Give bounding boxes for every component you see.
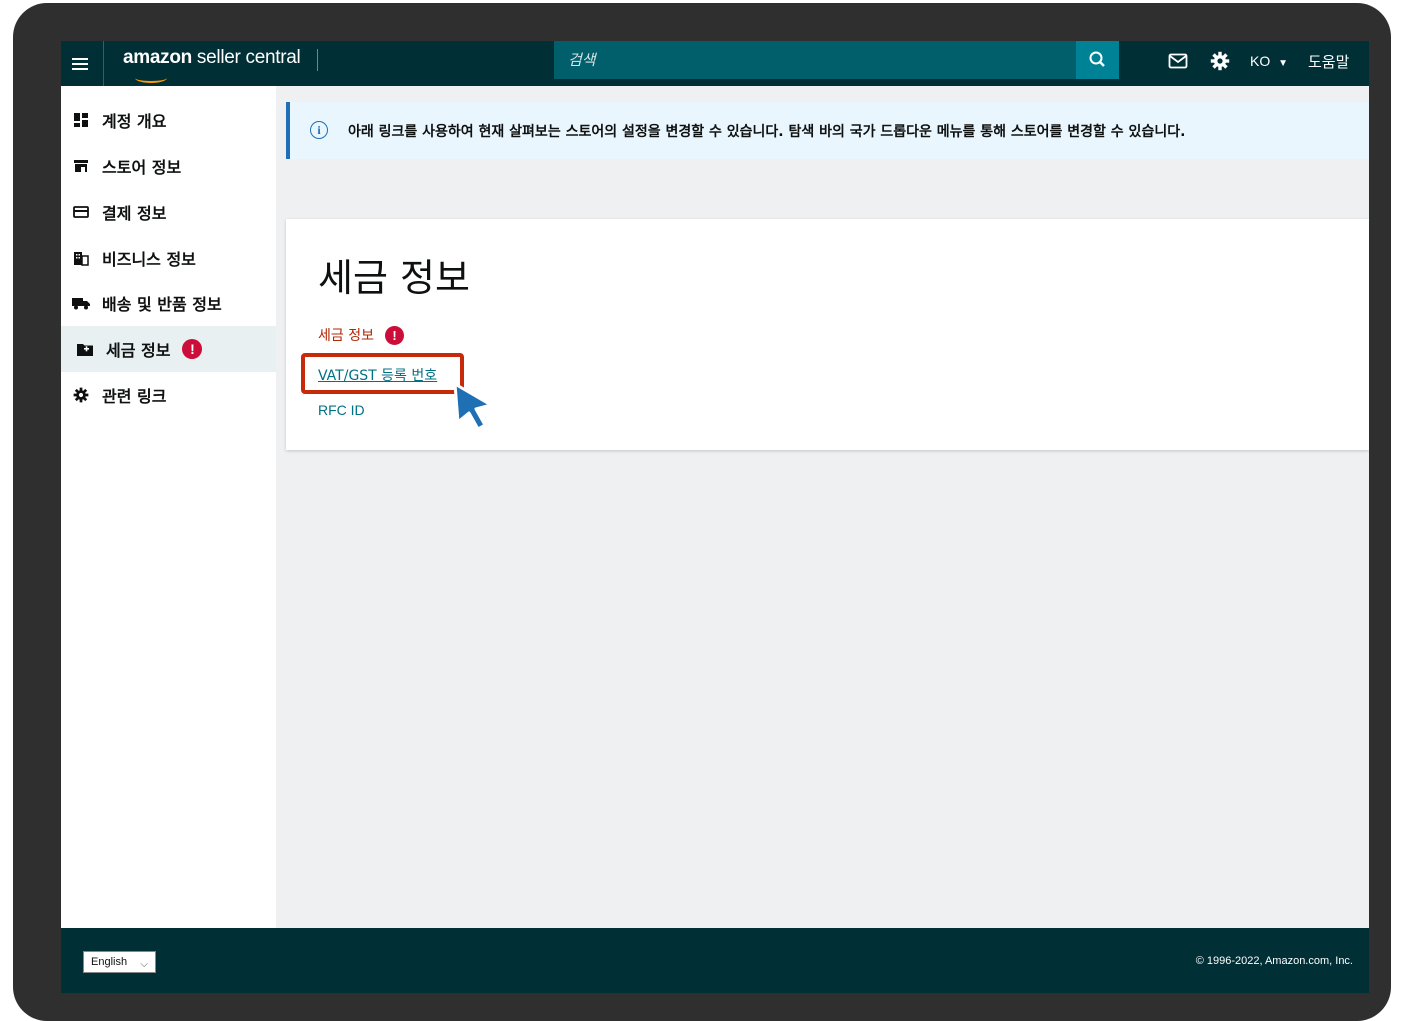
sidebar-item-tax-info[interactable]: 세금 정보 ! bbox=[61, 326, 276, 372]
mouse-pointer-icon bbox=[451, 381, 499, 437]
hamburger-menu-icon[interactable] bbox=[69, 52, 93, 76]
highlight-annotation-box bbox=[301, 353, 464, 394]
sidebar-item-store-info[interactable]: 스토어 정보 bbox=[61, 143, 276, 189]
sidebar-item-shipping-returns[interactable]: 배송 및 반품 정보 bbox=[61, 280, 276, 326]
gear-icon bbox=[72, 386, 90, 404]
tax-folder-icon bbox=[76, 340, 94, 358]
footer: English ⌵ © 1996-2022, Amazon.com, Inc. bbox=[61, 928, 1369, 993]
truck-icon bbox=[72, 294, 90, 312]
alert-icon: ! bbox=[182, 339, 203, 359]
info-icon: i bbox=[310, 121, 328, 139]
nav-divider bbox=[317, 49, 318, 71]
sidebar-item-label: 세금 정보 bbox=[106, 341, 171, 360]
credit-card-icon bbox=[72, 203, 90, 221]
copyright-text: © 1996-2022, Amazon.com, Inc. bbox=[1195, 955, 1353, 967]
search-button[interactable] bbox=[1076, 41, 1119, 79]
sidebar-item-business-info[interactable]: 비즈니스 정보 bbox=[61, 235, 276, 281]
dashboard-icon bbox=[72, 111, 90, 129]
banner-text: 아래 링크를 사용하여 현재 살펴보는 스토어의 설정을 변경할 수 있습니다.… bbox=[348, 124, 1186, 140]
tax-info-link[interactable]: 세금 정보 ! bbox=[318, 325, 404, 345]
tax-info-card: 세금 정보 세금 정보 ! VAT/GST 등록 번호 RFC ID bbox=[286, 219, 1369, 450]
sidebar-item-label: 계정 개요 bbox=[102, 112, 167, 131]
page-title: 세금 정보 bbox=[318, 256, 470, 300]
sidebar-item-account-overview[interactable]: 계정 개요 bbox=[61, 97, 276, 143]
chevron-down-icon: ⌵ bbox=[140, 959, 148, 970]
sidebar-item-label: 관련 링크 bbox=[102, 387, 167, 406]
sidebar-item-label: 배송 및 반품 정보 bbox=[102, 295, 222, 314]
search-icon bbox=[1089, 51, 1105, 67]
search-input[interactable]: 검색 bbox=[554, 41, 1076, 79]
sidebar-item-related-links[interactable]: 관련 링크 bbox=[61, 372, 276, 418]
device-frame: amazon seller central 검색 KO ▼ 도움말 계정 개요 … bbox=[13, 3, 1391, 1021]
rfc-id-link[interactable]: RFC ID bbox=[318, 402, 365, 418]
help-link[interactable]: 도움말 bbox=[1308, 51, 1349, 72]
alert-icon: ! bbox=[384, 325, 404, 345]
footer-language-select[interactable]: English ⌵ bbox=[83, 951, 156, 973]
sidebar-item-label: 스토어 정보 bbox=[102, 158, 182, 177]
top-navigation: amazon seller central 검색 KO ▼ 도움말 bbox=[61, 41, 1369, 86]
language-dropdown[interactable]: KO ▼ bbox=[1250, 53, 1288, 69]
sidebar-item-label: 결제 정보 bbox=[102, 204, 167, 223]
amazon-smile-icon bbox=[135, 73, 167, 83]
nav-divider bbox=[103, 41, 104, 86]
sidebar-item-payment-info[interactable]: 결제 정보 bbox=[61, 189, 276, 235]
screen: amazon seller central 검색 KO ▼ 도움말 계정 개요 … bbox=[61, 41, 1369, 993]
amazon-seller-central-logo[interactable]: amazon seller central bbox=[123, 47, 301, 83]
info-banner: i 아래 링크를 사용하여 현재 살펴보는 스토어의 설정을 변경할 수 있습니… bbox=[286, 102, 1369, 159]
sidebar-item-label: 비즈니스 정보 bbox=[102, 250, 196, 269]
building-icon bbox=[72, 249, 90, 267]
caret-down-icon: ▼ bbox=[1278, 58, 1289, 69]
store-icon bbox=[72, 157, 90, 175]
mail-icon[interactable] bbox=[1168, 52, 1188, 74]
settings-gear-icon[interactable] bbox=[1210, 51, 1230, 75]
sidebar: 계정 개요 스토어 정보 결제 정보 비즈니스 정보 배송 및 반품 정보 세금… bbox=[61, 86, 276, 928]
